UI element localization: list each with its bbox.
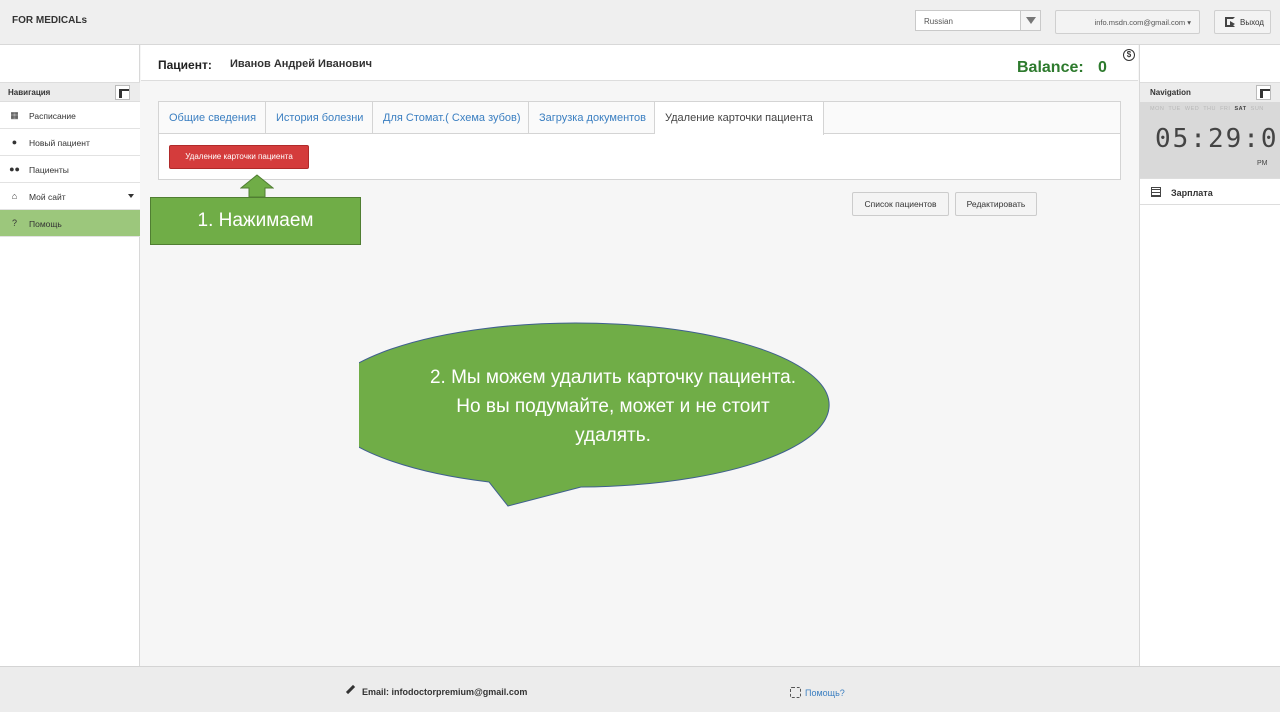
- weekday-label: FRI: [1220, 106, 1231, 112]
- footer-help-link[interactable]: Помощь?: [790, 687, 845, 698]
- tab-document-upload[interactable]: Загрузка документов: [529, 102, 655, 134]
- clock-ampm: PM: [1257, 160, 1268, 167]
- sidebar-item-help[interactable]: ? Помощь: [0, 210, 140, 237]
- weekday-label: SUN: [1250, 106, 1264, 112]
- salary-label: Зарплата: [1171, 188, 1213, 198]
- sidebar-item-salary[interactable]: Зарплата: [1140, 178, 1280, 205]
- user-icon: ●: [11, 137, 18, 147]
- delete-patient-card-button[interactable]: Удаление карточки пациента: [169, 145, 309, 169]
- footer-email: Email: infodoctorpremium@gmail.com: [345, 684, 528, 700]
- weekday-label: THU: [1203, 106, 1216, 112]
- patient-name: Иванов Андрей Иванович: [230, 58, 372, 70]
- sidebar-item-new-patient[interactable]: ● Новый пациент: [0, 129, 140, 156]
- sidebar-item-my-site[interactable]: ⌂ Мой сайт: [0, 183, 140, 210]
- weekday-label: TUE: [1168, 106, 1181, 112]
- sidebar-title: Навигация: [8, 88, 51, 97]
- tab-bar: Общие сведения История болезни Для Стома…: [159, 102, 1120, 135]
- sidebar-item-patients[interactable]: ●● Пациенты: [0, 156, 140, 183]
- footer-email-label: Email:: [362, 687, 390, 697]
- panel-toggle-icon[interactable]: [1256, 85, 1271, 100]
- language-select[interactable]: Russian: [915, 10, 1041, 31]
- patient-header: Пациент: Иванов Андрей Иванович Balance:…: [141, 45, 1138, 81]
- logout-icon: [1225, 17, 1235, 27]
- digital-clock: MON TUE WED THU FRI SAT SUN 05:29:08 PM: [1140, 102, 1280, 178]
- sidebar-item-schedule[interactable]: ▦ Расписание: [0, 102, 140, 129]
- step2-callout-text: 2. Мы можем удалить карточку пациента. Н…: [429, 367, 797, 446]
- caret-down-icon: [128, 194, 134, 198]
- brand-logo: FOR MEDICALs: [12, 15, 87, 26]
- left-sidebar: Навигация ▦ Расписание ● Новый пациент ●…: [0, 45, 140, 666]
- dollar-coin-icon[interactable]: $: [1123, 49, 1135, 61]
- tab-dental-chart[interactable]: Для Стомат.( Схема зубов): [373, 102, 529, 134]
- user-email: info.msdn.com@gmail.com ▾: [1094, 18, 1191, 27]
- patient-tabs-panel: Общие сведения История болезни Для Стома…: [158, 101, 1121, 180]
- sidebar-item-label: Помощь: [29, 219, 62, 229]
- question-icon: ?: [11, 218, 17, 228]
- balance-value: 0: [1098, 59, 1107, 76]
- tab-label: История болезни: [276, 112, 364, 124]
- tab-label: Загрузка документов: [539, 112, 647, 124]
- footer: Email: infodoctorpremium@gmail.com Помощ…: [0, 666, 1280, 712]
- tab-delete-card[interactable]: Удаление карточки пациента: [655, 102, 824, 135]
- help-icon: [790, 687, 801, 698]
- pencil-icon: [345, 684, 361, 700]
- sidebar-header: Навигация: [0, 82, 140, 102]
- tab-medical-history[interactable]: История болезни: [266, 102, 373, 134]
- sidebar-item-label: Новый пациент: [29, 138, 90, 148]
- sidebar-toggle-icon[interactable]: [115, 85, 130, 100]
- balance-label: Balance:: [1017, 59, 1084, 76]
- calendar-icon: ▦: [10, 110, 19, 120]
- step1-callout: 1. Нажимаем: [150, 197, 361, 245]
- weekday-row: MON TUE WED THU FRI SAT SUN: [1150, 106, 1264, 112]
- right-sidebar: Navigation MON TUE WED THU FRI SAT SUN 0…: [1139, 45, 1280, 666]
- home-icon: ⌂: [11, 191, 18, 201]
- footer-help-label: Помощь?: [805, 688, 845, 698]
- tab-general-info[interactable]: Общие сведения: [159, 102, 266, 134]
- chevron-down-icon[interactable]: [1020, 11, 1040, 30]
- sidebar-item-label: Расписание: [29, 111, 76, 121]
- sidebar-item-label: Мой сайт: [29, 192, 66, 202]
- footer-email-value: infodoctorpremium@gmail.com: [391, 687, 528, 697]
- top-bar: FOR MEDICALs Russian info.msdn.com@gmail…: [0, 0, 1280, 45]
- weekday-label: WED: [1184, 106, 1200, 112]
- language-select-value: Russian: [924, 17, 953, 26]
- logout-label: Выход: [1240, 18, 1264, 27]
- tab-label: Общие сведения: [169, 112, 257, 124]
- patients-list-button[interactable]: Список пациентов: [852, 192, 949, 216]
- ledger-icon: [1151, 187, 1161, 197]
- arrow-up-icon: [240, 174, 274, 198]
- right-panel-header: Navigation: [1140, 82, 1280, 102]
- patient-label: Пациент:: [158, 58, 212, 72]
- clock-time: 05:29:08: [1155, 124, 1280, 154]
- tab-label: Для Стомат.( Схема зубов): [383, 112, 521, 124]
- sidebar-item-label: Пациенты: [29, 165, 69, 175]
- weekday-label: MON: [1150, 106, 1165, 112]
- right-panel-title: Navigation: [1150, 88, 1191, 97]
- users-icon: ●●: [9, 164, 20, 174]
- edit-button[interactable]: Редактировать: [955, 192, 1037, 216]
- weekday-label-active: SAT: [1234, 106, 1247, 112]
- tab-label: Удаление карточки пациента: [665, 112, 813, 124]
- logout-button[interactable]: Выход: [1214, 10, 1271, 34]
- user-menu-button[interactable]: info.msdn.com@gmail.com ▾: [1055, 10, 1200, 34]
- bottom-strip: [0, 712, 1280, 720]
